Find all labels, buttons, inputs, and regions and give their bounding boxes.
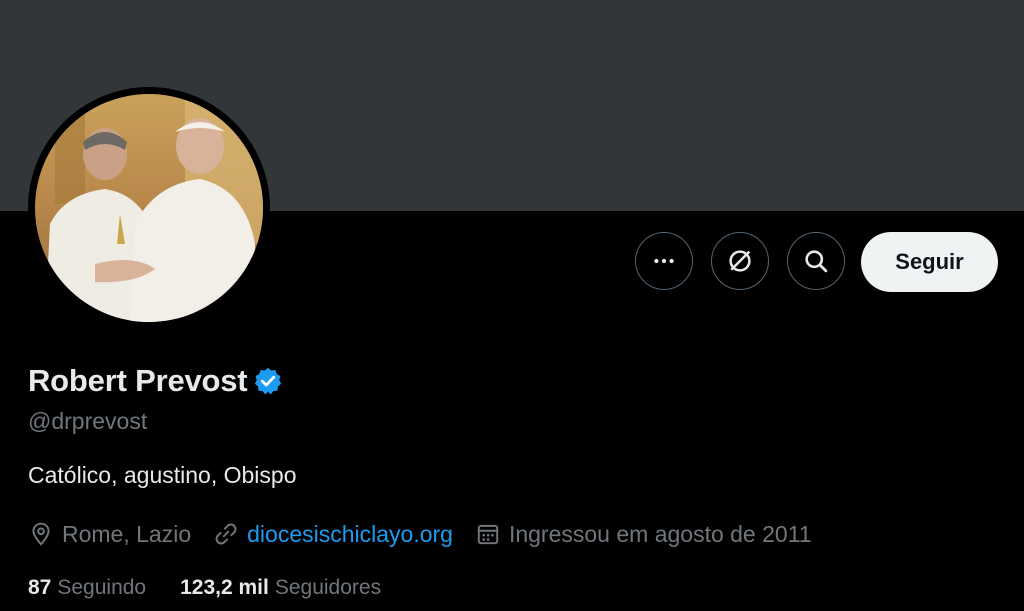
display-name: Robert Prevost	[28, 363, 248, 398]
joined-text: Ingressou em agosto de 2011	[508, 520, 812, 547]
location-pin-icon	[32, 522, 50, 546]
avatar-frame	[28, 87, 270, 329]
grok-icon	[729, 250, 751, 272]
website-link[interactable]: diocesischiclayo.org	[247, 521, 453, 548]
handle: @drprevost	[28, 408, 148, 434]
followers-count: 123,2 mil	[180, 576, 269, 599]
search-icon	[805, 250, 828, 273]
bio: Católico, agustino, Obispo	[28, 462, 297, 488]
grok-button[interactable]	[711, 232, 769, 290]
profile-stats: 87 Seguindo 123,2 mil Seguidores	[28, 576, 415, 600]
avatar[interactable]	[35, 94, 263, 322]
profile-meta: Rome, Lazio diocesischiclayo.org Ingress…	[28, 518, 834, 550]
followers-label: Seguidores	[274, 576, 382, 599]
verified-badge-icon[interactable]	[253, 366, 283, 396]
avatar-photo	[35, 94, 263, 322]
joined-item: Ingressou em agosto de 2011	[475, 521, 812, 548]
website-item: diocesischiclayo.org	[213, 521, 453, 548]
more-button[interactable]	[635, 232, 693, 290]
followers-link[interactable]: 123,2 mil Seguidores	[180, 576, 381, 600]
following-count: 87	[28, 576, 52, 599]
more-icon	[654, 258, 674, 264]
search-button[interactable]	[787, 232, 845, 290]
name-row: Robert Prevost	[28, 362, 283, 400]
calendar-icon	[477, 524, 499, 545]
link-icon	[215, 523, 237, 545]
following-link[interactable]: 87 Seguindo	[28, 576, 146, 600]
location-item: Rome, Lazio	[28, 521, 191, 548]
follow-button[interactable]: Seguir	[861, 232, 998, 292]
location-text: Rome, Lazio	[62, 520, 192, 547]
following-label: Seguindo	[57, 576, 147, 599]
profile-page: Seguir Robert Prevost @drprevost Católic…	[0, 0, 1024, 611]
